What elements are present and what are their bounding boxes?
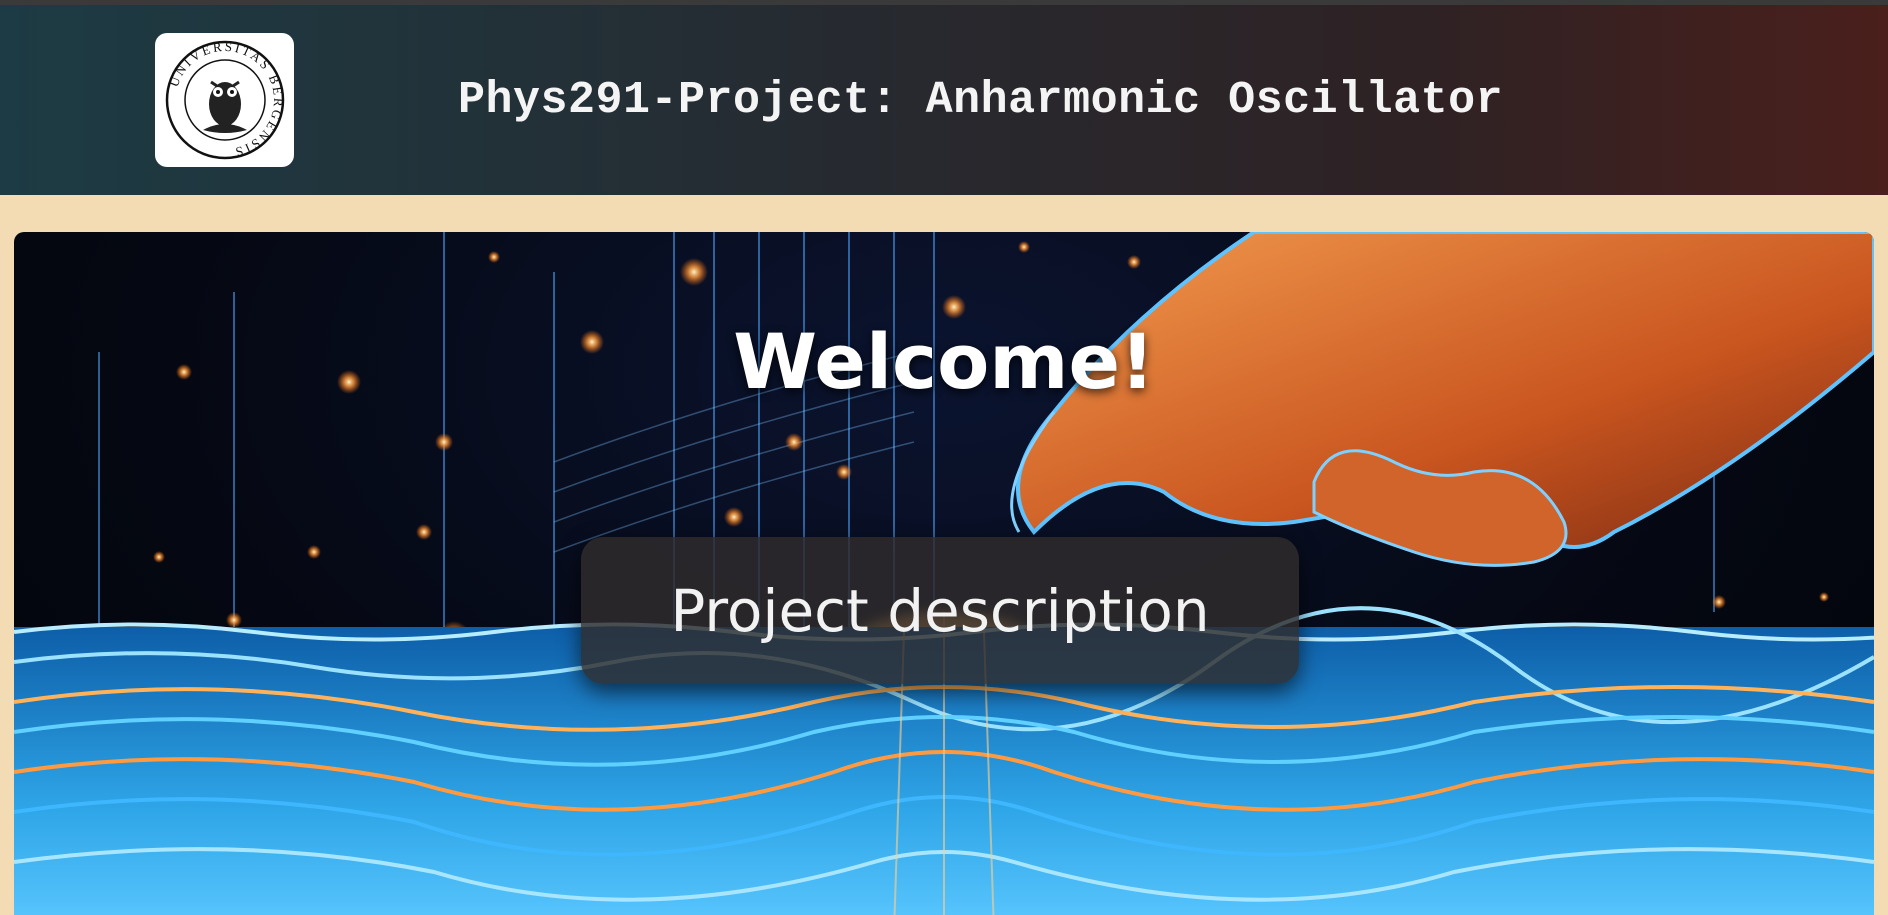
university-logo[interactable]: UNIVERSITAS BERGENSIS (155, 33, 294, 167)
welcome-heading: Welcome! (733, 317, 1155, 406)
project-description-button[interactable]: Project description (581, 537, 1299, 684)
site-header: UNIVERSITAS BERGENSIS Phys291-Project: A… (0, 5, 1888, 195)
owl-seal-icon: UNIVERSITAS BERGENSIS (165, 39, 284, 160)
site-title: Phys291-Project: Anharmonic Oscillator (458, 75, 1504, 126)
hero-banner: Welcome! Project description (14, 232, 1874, 915)
